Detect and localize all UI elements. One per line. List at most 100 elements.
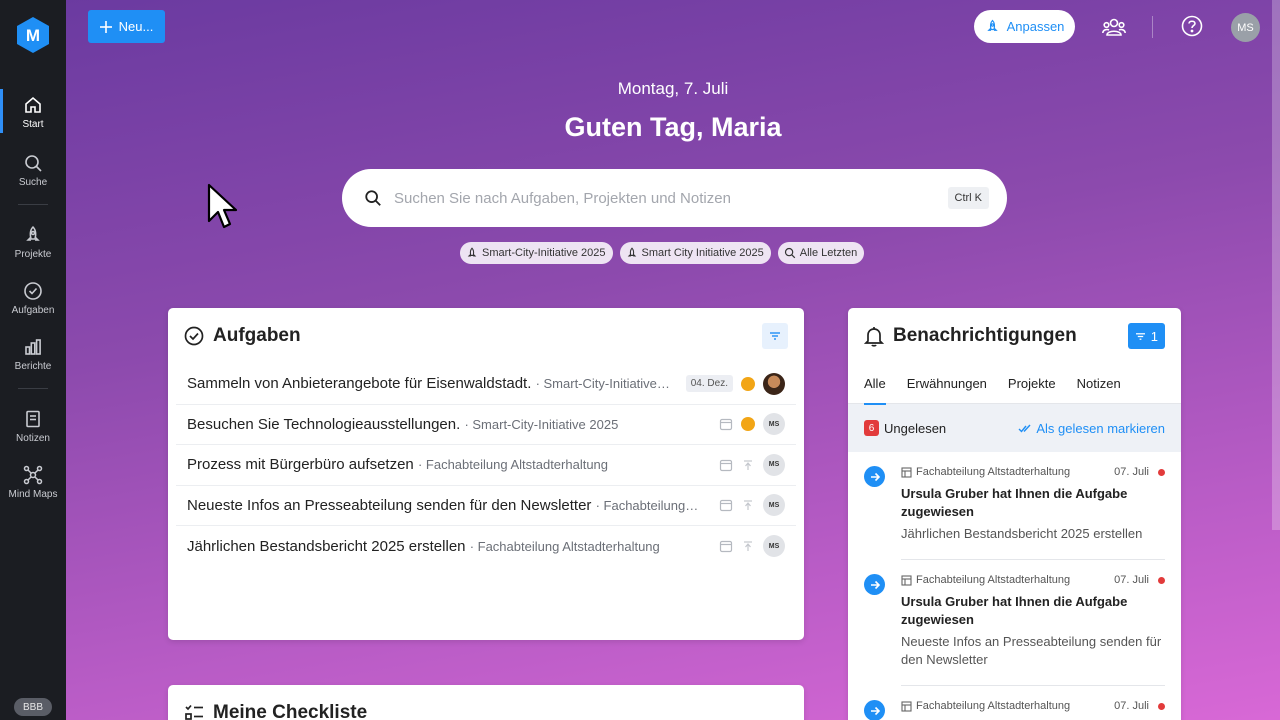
user-avatar[interactable]: MS — [1231, 13, 1260, 42]
checklist-card: Meine Checkliste — [168, 685, 804, 720]
recent-chip[interactable]: Smart City Initiative 2025 — [619, 242, 771, 264]
team-icon[interactable] — [1102, 16, 1126, 38]
filter-icon — [770, 332, 780, 340]
notification-item[interactable]: Fachabteilung Altstadterhaltung 07. Juli… — [848, 560, 1181, 686]
notification-item[interactable]: Fachabteilung Altstadterhaltung 07. Juli — [848, 686, 1181, 720]
search-input[interactable]: Suchen Sie nach Aufgaben, Projekten und … — [394, 190, 948, 207]
notifications-title: Benachrichtigungen — [893, 325, 1077, 346]
task-name: Sammeln von Anbieterangebote für Eisenwa… — [187, 375, 532, 393]
rocket-icon — [26, 225, 40, 241]
task-project: · Smart-City-Initiative… — [535, 376, 670, 392]
tab-alle[interactable]: Alle — [864, 364, 886, 405]
recent-chip-label: Smart-City-Initiative 2025 — [482, 247, 606, 259]
search-icon — [365, 190, 381, 206]
notification-date: 07. Juli — [1114, 574, 1149, 586]
mark-as-read-button[interactable]: Als gelesen markieren — [1018, 421, 1165, 436]
unread-count-badge: 6 — [864, 420, 879, 436]
sidebar-item-label: Suche — [18, 177, 48, 188]
notification-item[interactable]: Fachabteilung Altstadterhaltung 07. Juli… — [848, 452, 1181, 560]
task-name: Neueste Infos an Presseabteilung senden … — [187, 496, 592, 514]
checklist-icon — [185, 704, 203, 720]
calendar-icon[interactable] — [719, 539, 733, 553]
tasks-card: Aufgaben Sammeln von Anbieterangebote fü… — [168, 308, 804, 640]
unread-dot — [1158, 702, 1165, 710]
priority-icon[interactable] — [741, 498, 755, 512]
sidebar-item-label: Aufgaben — [11, 305, 55, 316]
tab-projekte[interactable]: Projekte — [1008, 364, 1056, 404]
sidebar-item-notizen[interactable]: Notizen — [0, 409, 66, 444]
task-row[interactable]: Jährlichen Bestandsbericht 2025 erstelle… — [176, 526, 796, 567]
sidebar-item-suche[interactable]: Suche — [0, 153, 66, 188]
app-logo[interactable]: M — [16, 16, 50, 54]
calendar-icon[interactable] — [719, 417, 733, 431]
new-button[interactable]: Neu... — [88, 10, 165, 43]
notification-description: Jährlichen Bestandsbericht 2025 erstelle… — [901, 526, 1143, 541]
header-divider — [1152, 16, 1153, 38]
notifications-filter-button[interactable]: 1 — [1127, 323, 1165, 349]
sidebar-item-projekte[interactable]: Projekte — [0, 225, 66, 260]
search-bar[interactable]: Suchen Sie nach Aufgaben, Projekten und … — [342, 169, 1007, 227]
sidebar: M Start Suche Projekte Aufgaben Berichte… — [0, 0, 66, 720]
sidebar-divider — [18, 388, 48, 389]
assignee-avatar[interactable]: MS — [763, 494, 785, 517]
notification-description: Neueste Infos an Presseabteilung senden … — [901, 634, 1162, 667]
recent-chip-all[interactable]: Alle Letzten — [777, 242, 865, 264]
sidebar-item-label: Berichte — [14, 361, 52, 372]
rocket-icon — [467, 247, 477, 257]
filter-icon — [1135, 332, 1145, 340]
priority-icon[interactable] — [741, 539, 755, 553]
filter-count: 1 — [1150, 328, 1158, 344]
rocket-icon — [986, 19, 998, 31]
task-row[interactable]: Prozess mit Bürgerbüro aufsetzen · Facha… — [176, 445, 796, 486]
greeting-title: Guten Tag, Maria — [564, 112, 782, 142]
unread-dot — [1158, 576, 1165, 584]
task-row[interactable]: Sammeln von Anbieterangebote für Eisenwa… — [176, 364, 796, 405]
unread-label[interactable]: Ungelesen — [884, 421, 946, 436]
customize-button[interactable]: Anpassen — [974, 10, 1075, 43]
task-row[interactable]: Besuchen Sie Technologieausstellungen. ·… — [176, 405, 796, 445]
sidebar-item-label: Mind Maps — [8, 489, 58, 500]
arrow-right-icon — [864, 574, 885, 595]
project-icon — [901, 574, 912, 586]
help-icon[interactable] — [1181, 15, 1203, 37]
current-date: Montag, 7. Juli — [617, 79, 729, 98]
recent-chip[interactable]: Smart-City-Initiative 2025 — [460, 242, 613, 264]
search-icon — [784, 247, 796, 259]
recent-chips: Smart-City-Initiative 2025 Smart City In… — [460, 242, 865, 264]
plus-icon — [99, 20, 112, 33]
sidebar-item-label: Notizen — [16, 433, 50, 444]
sidebar-item-aufgaben[interactable]: Aufgaben — [0, 281, 66, 316]
sidebar-divider — [18, 204, 48, 205]
customize-label: Anpassen — [1006, 19, 1065, 34]
assignee-avatar[interactable]: MS — [763, 453, 785, 476]
assignee-avatar[interactable]: MS — [763, 413, 785, 436]
task-project: · Fachabteilung Altstadterhaltung — [469, 538, 660, 554]
task-row[interactable]: Neueste Infos an Presseabteilung senden … — [176, 486, 796, 526]
assignee-avatar[interactable]: MS — [763, 535, 785, 558]
rocket-icon — [627, 247, 636, 257]
search-shortcut: Ctrl K — [947, 187, 989, 209]
tab-erwaehnungen[interactable]: Erwähnungen — [907, 364, 987, 404]
priority-icon[interactable] — [741, 376, 755, 391]
tasks-filter-button[interactable] — [762, 323, 788, 349]
check-circle-icon — [184, 326, 204, 346]
assignee-avatar[interactable] — [763, 372, 785, 395]
tab-notizen[interactable]: Notizen — [1077, 364, 1121, 404]
page-scrollbar[interactable] — [1272, 0, 1280, 530]
task-project: · Smart-City-Initiative 2025 — [464, 416, 619, 432]
recent-chip-label: Alle Letzten — [799, 247, 858, 259]
priority-icon[interactable] — [741, 458, 755, 472]
tasks-title: Aufgaben — [213, 325, 301, 346]
notification-project: Fachabteilung Altstadterhaltung — [916, 574, 1071, 586]
arrow-right-icon — [864, 700, 885, 720]
task-due-date[interactable]: 04. Dez. — [685, 375, 733, 393]
workspace-badge[interactable]: BBB — [14, 698, 52, 716]
priority-icon[interactable] — [741, 417, 755, 432]
check-circle-icon — [24, 282, 42, 300]
calendar-icon[interactable] — [719, 458, 733, 472]
project-icon — [901, 700, 912, 712]
sidebar-item-berichte[interactable]: Berichte — [0, 337, 66, 372]
calendar-icon[interactable] — [719, 498, 733, 512]
sidebar-item-mind-maps[interactable]: Mind Maps — [0, 465, 66, 500]
notification-date: 07. Juli — [1114, 466, 1149, 478]
